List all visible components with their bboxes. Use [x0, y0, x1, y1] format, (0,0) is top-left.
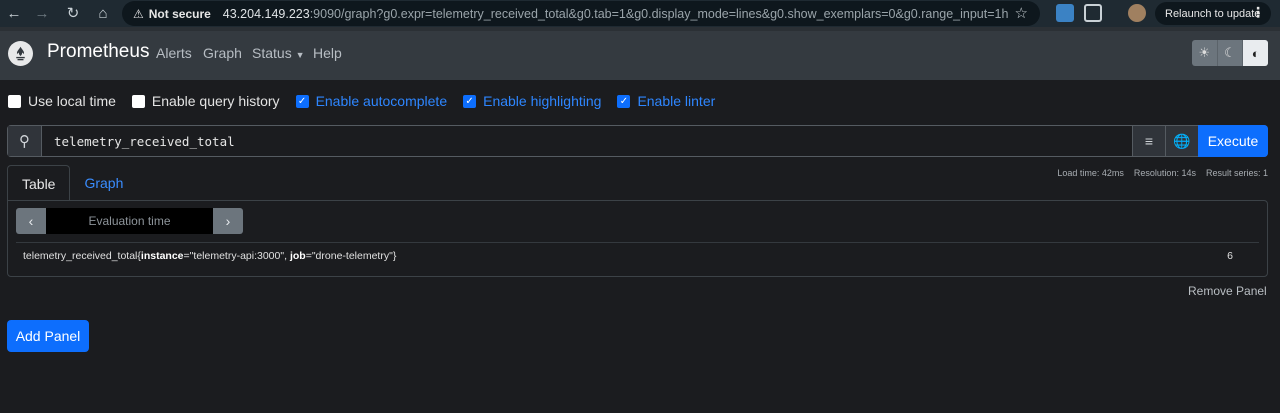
enable-autocomplete-option[interactable]: ✓ Enable autocomplete	[295, 93, 448, 109]
nav-graph[interactable]: Graph	[203, 45, 242, 61]
table-row-series: telemetry_received_total{instance="telem…	[23, 250, 397, 262]
extension-icon[interactable]	[1056, 4, 1074, 22]
url-path: :9090/graph?g0.expr=telemetry_received_t…	[309, 6, 1009, 21]
metric-name: telemetry_received_total	[23, 250, 138, 262]
more-menu-icon[interactable]: ⋮	[1251, 4, 1265, 21]
search-icon: ⚲	[8, 126, 42, 156]
label-key: instance	[140, 250, 184, 262]
tab-graph[interactable]: Graph	[70, 165, 137, 201]
reload-icon[interactable]: ↻	[62, 2, 84, 24]
security-label: Not secure	[148, 6, 211, 21]
profile-avatar[interactable]	[1128, 4, 1146, 22]
url-text: 43.204.149.223:9090/graph?g0.expr=teleme…	[223, 7, 1009, 21]
resolution: Resolution: 14s	[1133, 168, 1196, 178]
theme-toggle-group: ☀ ☾ ◐	[1192, 40, 1269, 66]
expression-input[interactable]: telemetry_received_total	[42, 126, 1132, 156]
nav-alerts[interactable]: Alerts	[156, 45, 192, 61]
remove-panel-link[interactable]: Remove Panel	[1188, 284, 1267, 298]
chevron-right-icon[interactable]: ›	[213, 208, 243, 234]
relaunch-label: Relaunch to update	[1165, 7, 1261, 20]
evaluation-time-input[interactable]: Evaluation time	[46, 208, 213, 234]
auto-theme-icon[interactable]: ◐	[1243, 40, 1269, 66]
expression-bar: ⚲ telemetry_received_total ≡ 🌐 Execute	[7, 125, 1268, 157]
warning-icon: ⚠	[133, 6, 144, 21]
label-value: "telemetry-api:3000"	[189, 250, 285, 262]
extensions-puzzle-icon[interactable]	[1084, 4, 1102, 22]
option-label: Enable autocomplete	[315, 93, 448, 109]
prometheus-logo-icon[interactable]	[8, 41, 33, 66]
nav-status-dropdown[interactable]: Status ▼	[252, 45, 305, 61]
dark-theme-icon[interactable]: ☾	[1216, 40, 1244, 66]
add-panel-button[interactable]: Add Panel	[7, 320, 89, 352]
tab-table[interactable]: Table	[7, 165, 71, 201]
label-value: "drone-telemetry"	[311, 250, 393, 262]
checkbox-icon[interactable]	[8, 94, 21, 108]
enable-highlighting-option[interactable]: ✓ Enable highlighting	[463, 93, 601, 109]
light-theme-icon[interactable]: ☀	[1192, 40, 1217, 66]
url-host: 43.204.149.223	[222, 6, 310, 21]
prometheus-navbar: Prometheus Alerts Graph Status ▼ Help ☀ …	[0, 27, 1280, 80]
table-panel: ‹ Evaluation time › telemetry_received_t…	[7, 200, 1268, 277]
security-indicator[interactable]: ⚠ Not secure	[133, 7, 211, 21]
load-time: Load time: 42ms	[1057, 168, 1124, 178]
format-expression-icon[interactable]: ≡	[1132, 126, 1165, 156]
home-icon[interactable]: ⌂	[92, 2, 114, 24]
panel-tabs: Table Graph	[7, 165, 137, 201]
enable-query-history-option[interactable]: Enable query history	[131, 93, 280, 109]
table-divider	[16, 242, 1259, 243]
brand-title[interactable]: Prometheus	[47, 41, 149, 63]
nav-help[interactable]: Help	[313, 45, 342, 61]
option-label: Enable query history	[151, 93, 280, 109]
caret-down-icon: ▼	[295, 50, 305, 60]
query-options: Use local time Enable query history ✓ Ena…	[8, 93, 731, 109]
result-series: Result series: 1	[1205, 168, 1268, 178]
use-local-time-option[interactable]: Use local time	[8, 93, 116, 109]
option-label: Enable highlighting	[483, 93, 602, 109]
bookmark-star-icon[interactable]: ☆	[1015, 4, 1028, 22]
checkbox-checked-icon[interactable]: ✓	[463, 94, 477, 108]
option-label: Use local time	[28, 93, 116, 109]
evaluation-time-picker: ‹ Evaluation time ›	[16, 208, 243, 234]
browser-toolbar: ← → ↻ ⌂ ⚠ Not secure 43.204.149.223:9090/…	[0, 0, 1280, 27]
forward-icon[interactable]: →	[31, 2, 53, 24]
relaunch-button[interactable]: Relaunch to update ⋮	[1155, 2, 1271, 25]
checkbox-checked-icon[interactable]: ✓	[617, 94, 631, 108]
checkbox-checked-icon[interactable]: ✓	[295, 94, 309, 108]
option-label: Enable linter	[637, 93, 716, 109]
label-key: job	[289, 250, 306, 262]
execute-button[interactable]: Execute	[1198, 125, 1268, 157]
nav-status-label: Status	[252, 45, 292, 61]
table-row-value: 6	[1227, 250, 1233, 262]
query-stats: Load time: 42ms Resolution: 14s Result s…	[1057, 168, 1268, 178]
address-bar[interactable]: ⚠ Not secure 43.204.149.223:9090/graph?g0…	[122, 1, 1040, 26]
checkbox-icon[interactable]	[131, 94, 145, 108]
enable-linter-option[interactable]: ✓ Enable linter	[617, 93, 715, 109]
back-icon[interactable]: ←	[3, 2, 25, 24]
chevron-left-icon[interactable]: ‹	[16, 208, 46, 234]
metrics-explorer-icon[interactable]: 🌐	[1165, 126, 1198, 156]
